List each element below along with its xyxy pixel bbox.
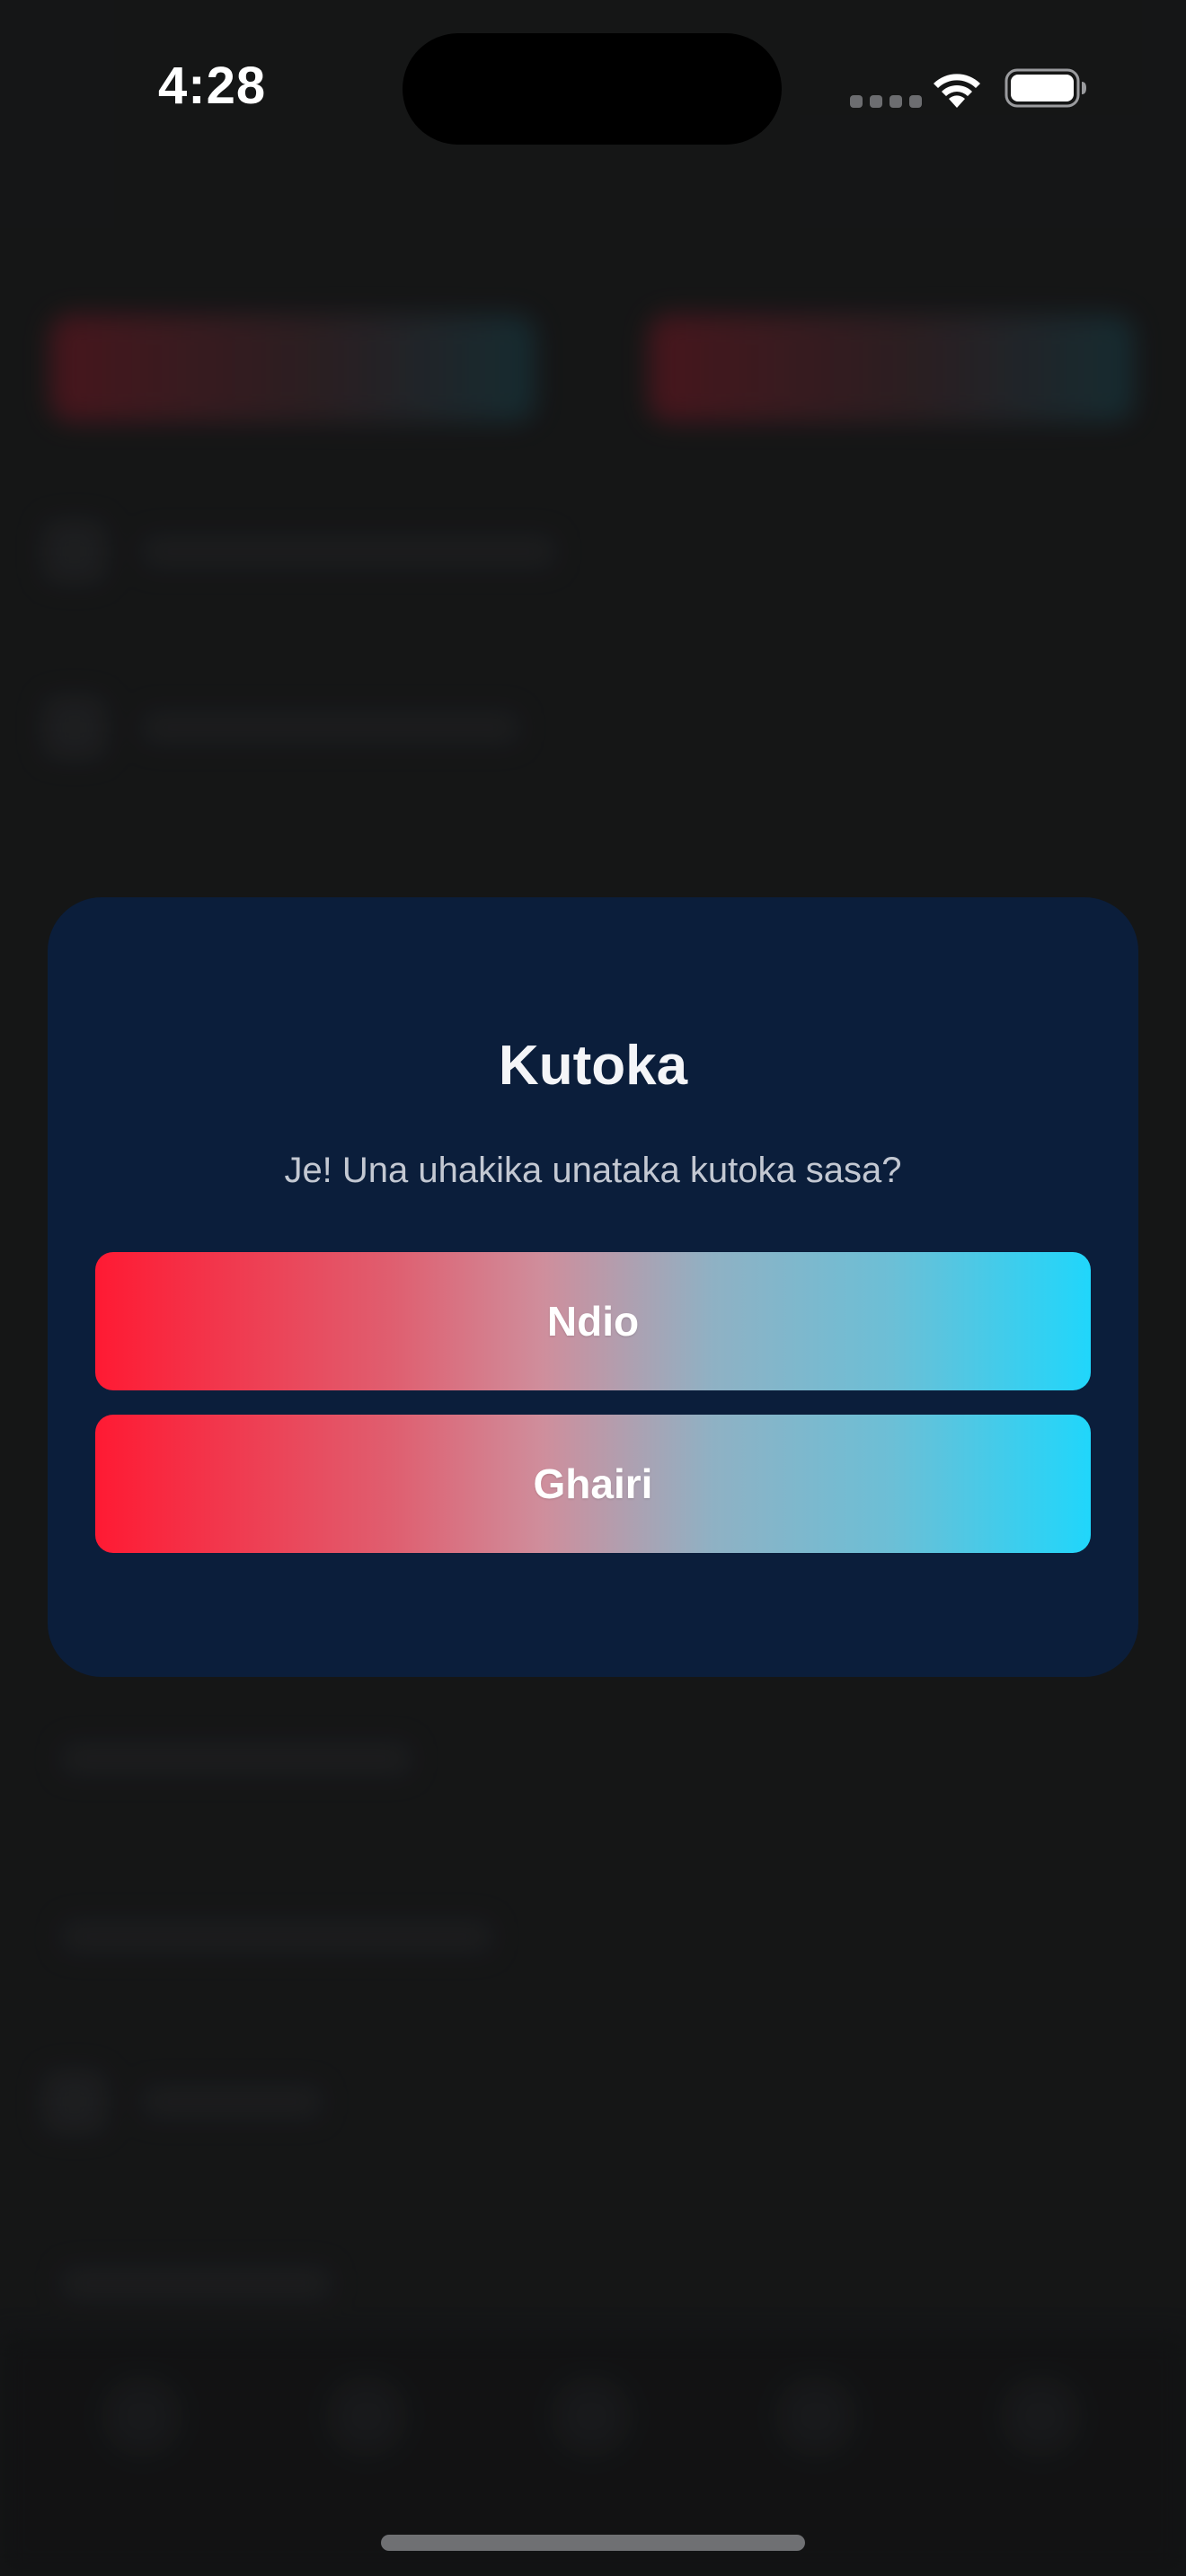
cancel-button[interactable]: Ghairi xyxy=(95,1415,1091,1553)
status-bar: 4:28 xyxy=(0,0,1186,180)
cellular-signal-icon xyxy=(850,95,922,108)
battery-icon xyxy=(1005,68,1086,108)
status-time: 4:28 xyxy=(158,57,267,115)
dynamic-island xyxy=(403,33,782,145)
home-indicator[interactable] xyxy=(381,2535,805,2551)
confirm-logout-button[interactable]: Ndio xyxy=(95,1252,1091,1390)
wifi-icon xyxy=(934,74,980,108)
dialog-message: Je! Una uhakika unataka kutoka sasa? xyxy=(284,1151,902,1190)
logout-dialog: Kutoka Je! Una uhakika unataka kutoka sa… xyxy=(48,897,1138,1677)
dialog-title: Kutoka xyxy=(498,1035,688,1097)
